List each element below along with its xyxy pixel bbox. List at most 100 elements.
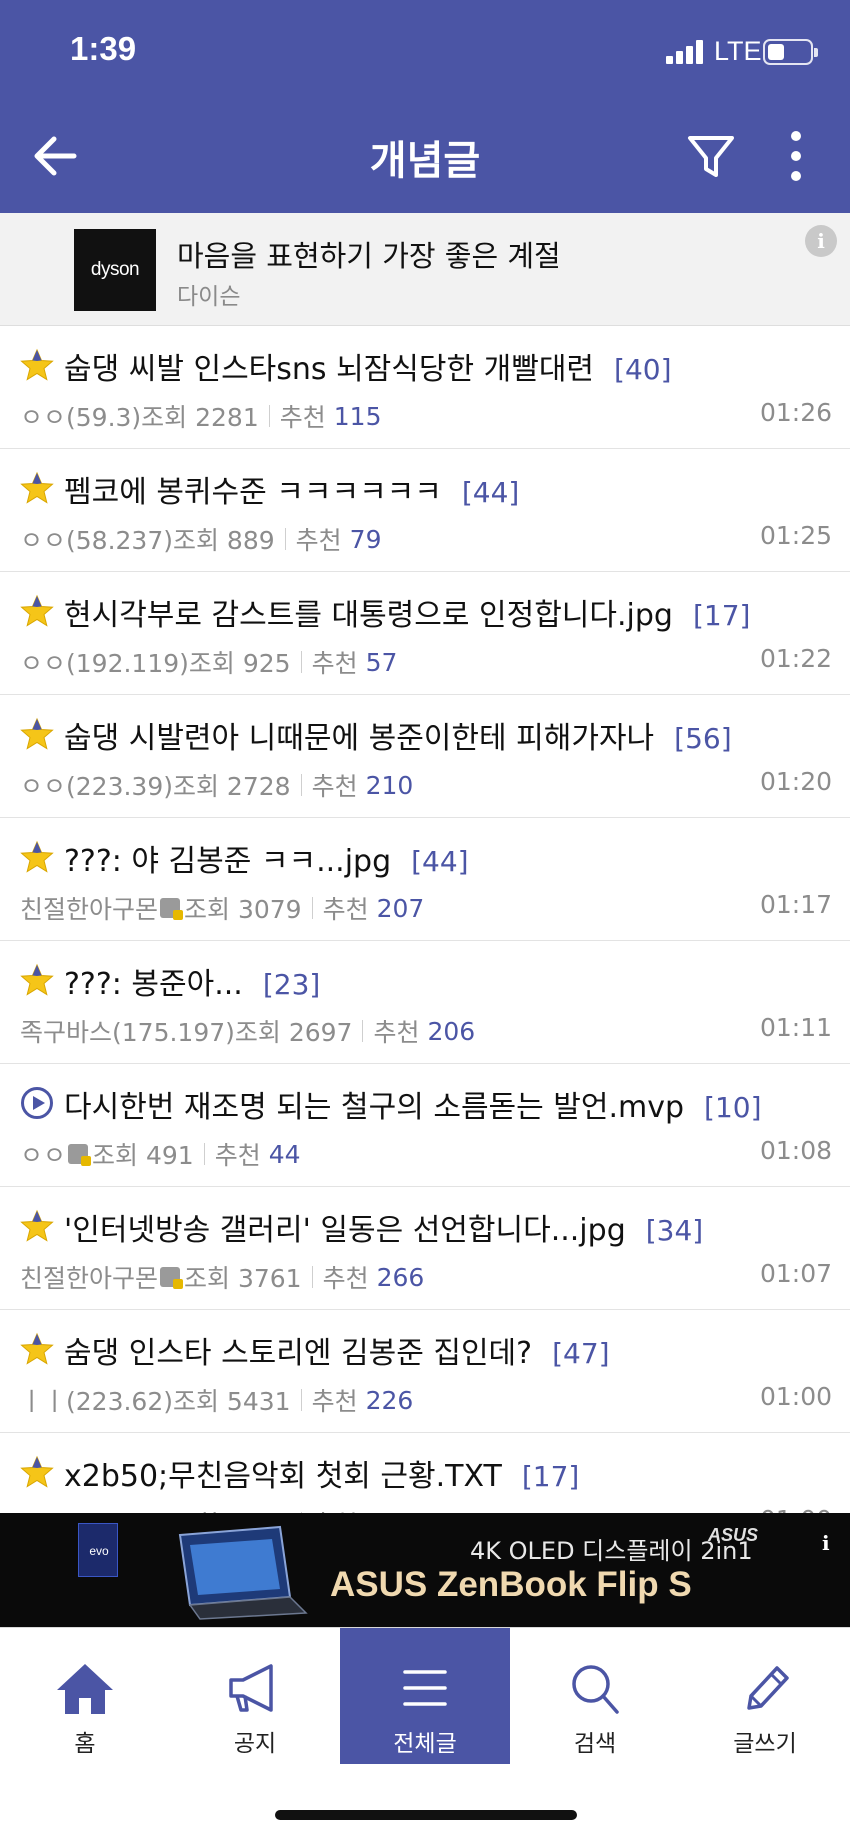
post-time: 01:07 (759, 1259, 832, 1288)
post-row[interactable]: 숩댕 시발련아 니때문에 봉준이한테 피해가자나 [56] ㅇㅇ(223.39) 조회… (0, 695, 850, 818)
recommend-label: 추천 (311, 1387, 358, 1416)
post-author: ㅣㅣ(223.62) (20, 1387, 173, 1416)
post-title[interactable]: ???: 야 김봉준 ㅋㅋ...jpg [44] (64, 836, 469, 880)
recommend-count: 266 (376, 1262, 425, 1292)
recommend-label: 추천 (322, 895, 369, 924)
recommend-count: 226 (365, 1385, 414, 1415)
nav-tab-pencil[interactable]: 글쓰기 (680, 1628, 850, 1764)
nav-tab-label: 검색 (573, 1731, 617, 1757)
comment-count: [47] (552, 1337, 610, 1370)
post-meta: 친절한아구몬 조회 3079 추천 207 (20, 890, 424, 926)
post-row[interactable]: ???: 봉준아... [23] 족구바스(175.197) 조회 2697 추천 206… (0, 941, 850, 1064)
comment-count: [44] (461, 476, 520, 509)
post-meta: 족구바스(175.197) 조회 2697 추천 206 (20, 1013, 475, 1049)
banner-info-icon[interactable]: i (822, 1531, 830, 1555)
post-time: 01:00 (759, 1382, 832, 1411)
nav-tab-label: 글쓰기 (733, 1731, 797, 1757)
post-author: 족구바스(175.197) (20, 1018, 235, 1047)
post-title[interactable]: 숨댕 인스타 스토리엔 김봉준 집인데? [47] (64, 1328, 610, 1372)
star-icon (20, 1332, 54, 1366)
post-author: ㅇㅇ(124.53) (20, 1505, 173, 1513)
post-meta: ㅇㅇ 조회 491 추천 44 (20, 1136, 301, 1172)
recommend-label: 추천 (295, 526, 342, 555)
post-title[interactable]: x2b50;무친음악회 첫회 근황.TXT [17] (64, 1451, 579, 1495)
post-title[interactable]: ???: 봉준아... [23] (64, 959, 320, 1003)
member-badge-icon (160, 1267, 184, 1289)
advertiser-logo: dyson (74, 229, 156, 311)
signal-icon (666, 40, 708, 64)
ad-bar[interactable]: dyson 마음을 표현하기 가장 좋은 계절 다이슨 i (0, 213, 850, 326)
star-icon (20, 1209, 54, 1243)
play-icon (20, 1086, 54, 1120)
comment-count: [10] (704, 1091, 762, 1124)
comment-count: [17] (521, 1460, 580, 1493)
post-meta: ㅇㅇ(58.237) 조회 889 추천 79 (20, 521, 381, 557)
post-row[interactable]: 숨댕 인스타 스토리엔 김봉준 집인데? [47] ㅣㅣ(223.62) 조회 543… (0, 1310, 850, 1433)
banner-headline: ASUS ZenBook Flip S (330, 1565, 692, 1604)
nav-tab-home[interactable]: 홈 (0, 1628, 170, 1764)
post-author: 친절한아구몬 (20, 895, 159, 924)
recommend-count: 207 (376, 893, 425, 923)
comment-count: [34] (645, 1214, 704, 1247)
recommend-count: 44 (268, 1139, 301, 1169)
status-bar: 1:39 LTE (0, 0, 850, 100)
post-time: 01:17 (759, 890, 832, 919)
post-meta: ㅇㅇ(192.119) 조회 925 추천 57 (20, 644, 397, 680)
more-options-icon[interactable] (778, 128, 814, 184)
ad-brand: 다이슨 (177, 284, 241, 310)
post-author: ㅇㅇ(223.39) (20, 772, 173, 801)
post-time: 01:20 (759, 767, 832, 796)
post-row[interactable]: ???: 야 김봉준 ㅋㅋ...jpg [44] 친절한아구몬 조회 3079 추천 20… (0, 818, 850, 941)
comment-count: [56] (674, 722, 732, 755)
post-time: 01:08 (759, 1136, 832, 1165)
recommend-count: 210 (365, 770, 414, 800)
nav-tab-label: 전체글 (393, 1731, 457, 1757)
post-author: 친절한아구몬 (20, 1264, 159, 1293)
post-title[interactable]: '인터넷방송 갤러리' 일동은 선언합니다...jpg [34] (64, 1205, 703, 1249)
nav-tab-search[interactable]: 검색 (510, 1628, 680, 1764)
post-title[interactable]: 현시각부로 감스트를 대통령으로 인정합니다.jpg [17] (64, 590, 750, 634)
asus-logo: ASUS (708, 1525, 759, 1545)
recommend-label: 추천 (279, 403, 326, 432)
post-title[interactable]: 펨코에 봉퀴수준 ㅋㅋㅋㅋㅋㅋ [44] (64, 467, 519, 511)
star-icon (20, 963, 54, 997)
ad-info-icon[interactable]: i (805, 225, 837, 257)
post-list: 숩댕 씨발 인스타sns 뇌잠식당한 개빨대련 [40] ㅇㅇ(59.3) 조회 22… (0, 326, 850, 1513)
battery-icon (763, 39, 818, 65)
post-row[interactable]: x2b50;무친음악회 첫회 근황.TXT[17] ㅇㅇ(124.53)조회 38… (0, 1433, 850, 1513)
recommend-label: 추천 (312, 1505, 358, 1513)
post-author: ㅇㅇ (20, 1141, 67, 1170)
post-row[interactable]: 펨코에 봉퀴수준 ㅋㅋㅋㅋㅋㅋ [44] ㅇㅇ(58.237) 조회 889 추천 79 0… (0, 449, 850, 572)
post-row[interactable]: '인터넷방송 갤러리' 일동은 선언합니다...jpg [34] 친절한아구몬 조회 … (0, 1187, 850, 1310)
star-icon (20, 594, 54, 628)
intel-evo-badge: evo (78, 1523, 118, 1577)
post-meta: ㅣㅣ(223.62) 조회 5431 추천 226 (20, 1382, 413, 1418)
post-title[interactable]: 숩댕 시발련아 니때문에 봉준이한테 피해가자나 [56] (64, 713, 732, 757)
nav-tab-megaphone[interactable]: 공지 (170, 1628, 340, 1764)
member-badge-icon (160, 898, 184, 920)
post-views: 조회 491 (92, 1141, 194, 1170)
megaphone-icon (223, 1660, 287, 1716)
post-row[interactable]: 현시각부로 감스트를 대통령으로 인정합니다.jpg [17] ㅇㅇ(192.119… (0, 572, 850, 695)
post-views: 조회 2281 (141, 403, 259, 432)
post-views: 조회 925 (188, 649, 291, 678)
nav-tab-label: 공지 (233, 1731, 277, 1757)
post-author: ㅇㅇ(59.3) (20, 403, 142, 432)
star-icon (20, 840, 54, 874)
recommend-label: 추천 (311, 772, 358, 801)
pencil-icon (733, 1660, 797, 1716)
filter-icon[interactable] (685, 130, 737, 182)
banner-ad[interactable]: evo 4K OLED 디스플레이 2in1 ASUS ZenBook Flip… (0, 1513, 850, 1627)
recommend-count: 79 (349, 524, 382, 554)
post-title[interactable]: 숩댕 씨발 인스타sns 뇌잠식당한 개빨대련 [40] (64, 344, 672, 388)
laptop-image (178, 1525, 308, 1620)
post-row[interactable]: 다시한번 재조명 되는 철구의 소름돋는 발언.mvp [10] ㅇㅇ 조회 491 추… (0, 1064, 850, 1187)
app-bar: 개념글 (0, 100, 850, 213)
post-row[interactable]: 숩댕 씨발 인스타sns 뇌잠식당한 개빨대련 [40] ㅇㅇ(59.3) 조회 22… (0, 326, 850, 449)
nav-tab-menu[interactable]: 전체글 (340, 1628, 510, 1764)
post-views: 조회 2728 (172, 772, 291, 801)
post-views: 조회 889 (172, 526, 275, 555)
ad-headline[interactable]: 마음을 표현하기 가장 좋은 계절 (177, 233, 561, 275)
post-title[interactable]: 다시한번 재조명 되는 철구의 소름돋는 발언.mvp [10] (64, 1082, 762, 1126)
star-icon (20, 717, 54, 751)
